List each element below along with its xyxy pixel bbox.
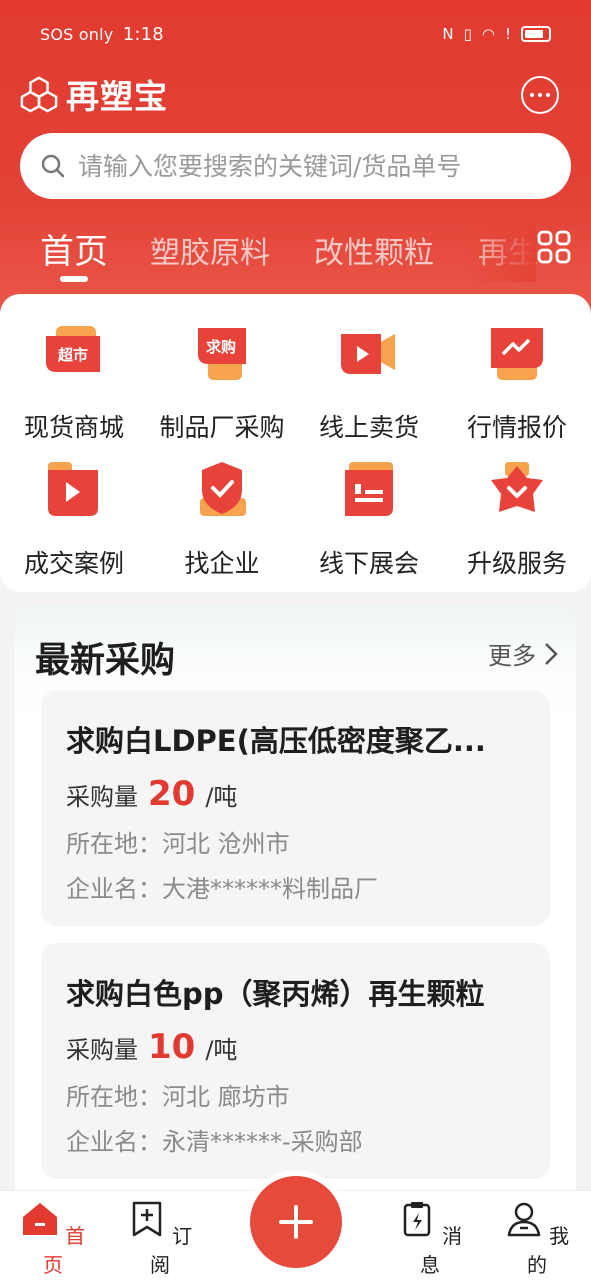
active-tab-indicator: [60, 276, 88, 282]
category-grid-icon[interactable]: [537, 230, 571, 264]
qty-unit: /吨: [205, 1036, 238, 1064]
purchase-title: 求购白色pp（聚丙烯）再生颗粒: [66, 977, 485, 1011]
quick-label: 现货商城: [23, 413, 124, 442]
tabs-fade: [466, 222, 536, 282]
trend-icon: [491, 328, 543, 380]
more-label: 更多: [488, 642, 536, 670]
brand: 再塑宝: [20, 70, 168, 118]
status-icons: N ▯ ◠ !: [442, 25, 551, 43]
qty-value: 10: [148, 1027, 196, 1067]
carrier-text: SOS only: [40, 24, 114, 44]
quick-label: 行情报价: [466, 413, 567, 442]
status-left: SOS only 1:18: [40, 24, 164, 45]
quick-label: 线上卖货: [318, 413, 419, 442]
profile-icon: [507, 1202, 541, 1237]
section-title: 最新采购: [35, 641, 176, 681]
qty-unit: /吨: [205, 783, 238, 811]
purchase-card[interactable]: 求购白LDPE(高压低密度聚乙... 采购量 20 /吨 所在地：河北 沧州市 …: [41, 690, 550, 926]
purchase-location: 所在地：河北 沧州市: [66, 830, 290, 858]
search-bar[interactable]: [20, 133, 571, 199]
quick-label: 线下展会: [318, 549, 419, 578]
quick-label: 成交案例: [23, 549, 124, 578]
plus-icon: [279, 1205, 313, 1239]
vibrate-icon: ▯: [463, 25, 472, 43]
purchase-card[interactable]: 求购白色pp（聚丙烯）再生颗粒 采购量 10 /吨 所在地：河北 廊坊市 企业名…: [41, 943, 550, 1179]
nav-home[interactable]: 首页: [13, 1201, 93, 1278]
alert-icon: !: [504, 25, 511, 43]
quick-item-offline-expo[interactable]: 线下展会: [295, 462, 443, 580]
quick-item-find-company[interactable]: 找企业: [148, 462, 296, 580]
exhibition-icon: [345, 462, 393, 516]
nav-profile[interactable]: 我的: [497, 1201, 577, 1278]
chevron-right-icon: [545, 642, 558, 665]
nav-subscribe[interactable]: 订阅: [120, 1201, 200, 1278]
message-icon: [403, 1202, 431, 1237]
quick-item-factory-purchase[interactable]: 求购 制品厂采购: [148, 326, 296, 444]
quick-item-deal-cases[interactable]: 成交案例: [0, 462, 148, 580]
app-name: 再塑宝: [66, 77, 168, 116]
nfc-icon: N: [442, 25, 454, 43]
purchase-title: 求购白LDPE(高压低密度聚乙...: [66, 724, 486, 758]
purchase-quantity: 采购量 10 /吨: [66, 1027, 525, 1067]
battery-icon: [521, 26, 551, 42]
clock-text: 1:18: [122, 23, 164, 45]
purchase-badge: 求购: [206, 338, 236, 356]
app-header: SOS only 1:18 N ▯ ◠ ! 再塑宝 首页 塑胶原: [0, 0, 591, 330]
quick-menu: 超市 现货商城 求购 制品厂采购 线上卖货 行情报价 成交案例 找企业 线下展会…: [0, 294, 591, 592]
purchase-company: 企业名：大港******料制品厂: [66, 875, 378, 903]
latest-purchase-section: 最新采购 更多 求购白LDPE(高压低密度聚乙... 采购量 20 /吨 所在地…: [15, 606, 576, 1206]
chat-icon[interactable]: [521, 76, 559, 114]
shield-check-icon: [200, 462, 246, 516]
quick-item-spot-mall[interactable]: 超市 现货商城: [0, 326, 148, 444]
video-sell-icon: [341, 334, 395, 374]
purchase-quantity: 采购量 20 /吨: [66, 774, 525, 814]
tab-modified-pellet[interactable]: 改性颗粒: [314, 228, 434, 272]
supermarket-icon: 超市: [46, 326, 100, 372]
qty-value: 20: [148, 774, 196, 814]
nav-messages[interactable]: 消息: [390, 1201, 470, 1278]
qty-label: 采购量: [66, 1036, 138, 1064]
tab-plastic-raw[interactable]: 塑胶原料: [150, 228, 270, 272]
category-tabs: 首页 塑胶原料 改性颗粒 再生: [0, 222, 591, 282]
purchase-icon: 求购: [198, 328, 246, 380]
quick-label: 制品厂采购: [159, 413, 285, 442]
play-case-icon: [48, 462, 98, 516]
qty-label: 采购量: [66, 783, 138, 811]
supermarket-badge: 超市: [57, 346, 88, 364]
purchase-company: 企业名：永清******-采购部: [66, 1128, 363, 1156]
status-bar: SOS only 1:18 N ▯ ◠ !: [40, 22, 551, 46]
home-icon: [22, 1203, 57, 1235]
logo-icon: [20, 76, 58, 113]
quick-label: 升级服务: [466, 549, 567, 578]
wifi-icon: ◠: [481, 25, 495, 43]
tab-home[interactable]: 首页: [40, 224, 108, 273]
search-icon: [41, 154, 65, 178]
search-input[interactable]: [78, 151, 538, 181]
purchase-location: 所在地：河北 廊坊市: [66, 1083, 290, 1111]
subscribe-icon: [132, 1201, 162, 1237]
star-upgrade-icon: [491, 462, 543, 512]
publish-button[interactable]: [250, 1176, 342, 1268]
quick-label: 找企业: [184, 549, 260, 578]
quick-item-upgrade[interactable]: 升级服务: [443, 462, 591, 580]
more-link[interactable]: 更多: [488, 636, 558, 671]
quick-item-online-sell[interactable]: 线上卖货: [295, 326, 443, 444]
quick-item-market-quote[interactable]: 行情报价: [443, 326, 591, 444]
